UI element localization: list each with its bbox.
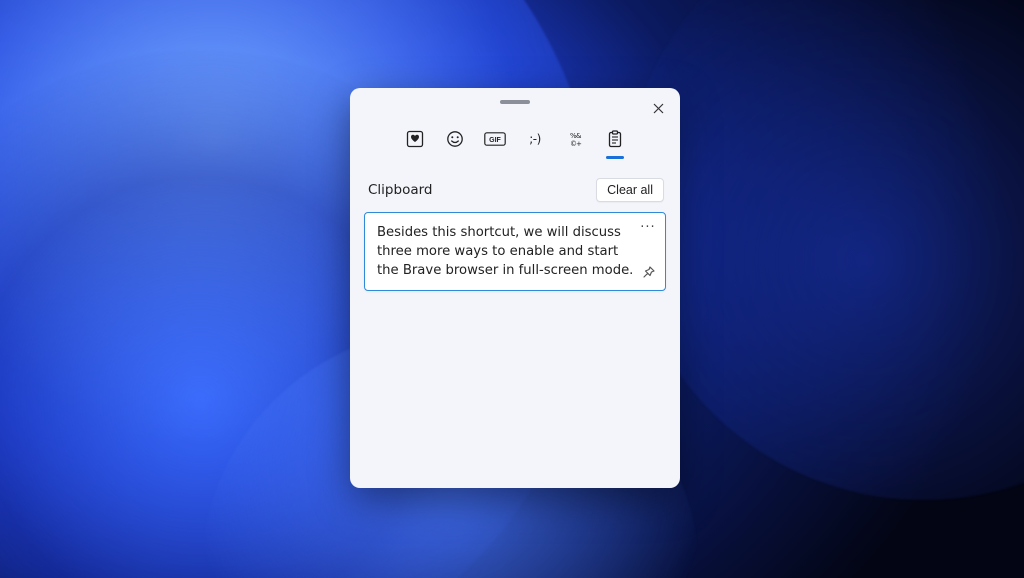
category-tabs: GIF ;-) %&©+ — [350, 124, 680, 154]
section-header: Clipboard Clear all — [350, 160, 680, 212]
drag-grip[interactable] — [500, 100, 530, 104]
gif-icon: GIF — [484, 132, 506, 146]
tab-gif[interactable]: GIF — [484, 125, 506, 153]
clipboard-icon — [607, 130, 623, 148]
clipboard-list: Besides this shortcut, we will discuss t… — [350, 212, 680, 291]
heart-sticker-icon — [406, 130, 424, 148]
emoji-clipboard-panel: GIF ;-) %&©+ Clipboard Clear all Besides… — [350, 88, 680, 488]
tab-symbols[interactable]: %&©+ — [564, 125, 586, 153]
close-button[interactable] — [648, 98, 668, 118]
clipboard-item[interactable]: Besides this shortcut, we will discuss t… — [364, 212, 666, 291]
tab-kaomoji[interactable]: ;-) — [524, 125, 546, 153]
kaomoji-icon: ;-) — [529, 132, 541, 146]
item-pin-button[interactable] — [639, 264, 657, 282]
tab-recent[interactable] — [404, 125, 426, 153]
close-icon — [653, 103, 664, 114]
clear-all-button[interactable]: Clear all — [596, 178, 664, 202]
tab-clipboard[interactable] — [604, 125, 626, 153]
tab-emoji[interactable] — [444, 125, 466, 153]
ellipsis-icon: ··· — [640, 219, 655, 238]
item-more-button[interactable]: ··· — [639, 221, 657, 237]
section-title: Clipboard — [368, 182, 432, 198]
svg-text:&: & — [576, 132, 582, 140]
smiley-icon — [446, 130, 464, 148]
symbols-icon: %&©+ — [566, 130, 584, 148]
svg-text:+: + — [576, 140, 582, 148]
pin-icon — [642, 266, 655, 279]
svg-text:GIF: GIF — [489, 137, 501, 144]
clipboard-item-text: Besides this shortcut, we will discuss t… — [377, 225, 633, 278]
